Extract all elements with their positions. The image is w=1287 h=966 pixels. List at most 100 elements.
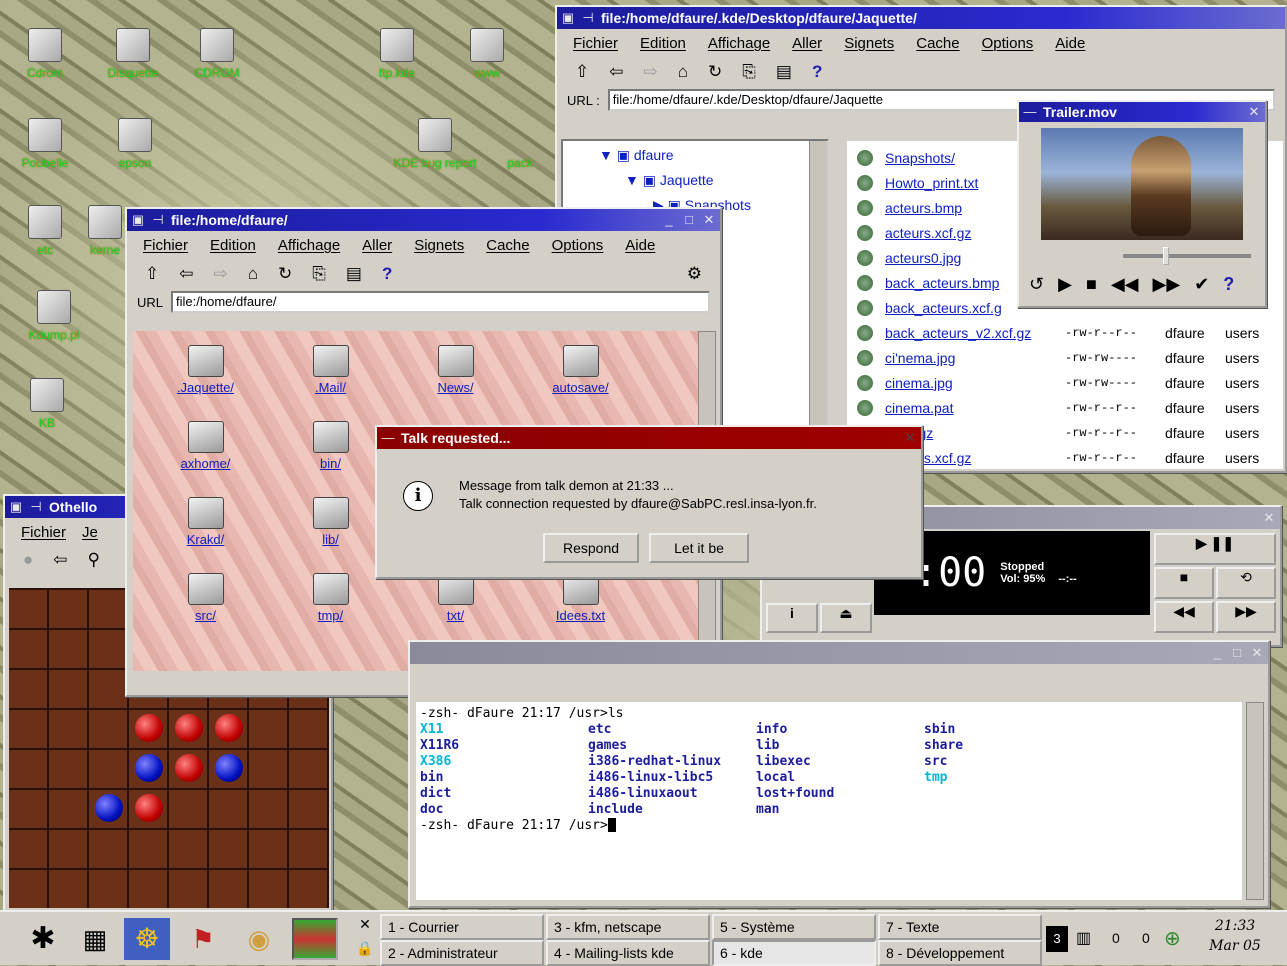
position-slider[interactable] bbox=[1123, 247, 1251, 265]
jaquette-titlebar[interactable]: ▣ ⊣ file:/home/dfaure/.kde/Desktop/dfaur… bbox=[557, 7, 1285, 29]
pin-icon[interactable]: ⊣ bbox=[581, 11, 595, 25]
flags-icon[interactable]: ⚑ bbox=[180, 918, 226, 960]
maximize-icon[interactable]: □ bbox=[682, 213, 696, 227]
folder-item[interactable]: .Mail/ bbox=[268, 345, 393, 395]
window-menu-icon[interactable]: ▣ bbox=[561, 11, 575, 25]
task-administrateur[interactable]: 2 - Administrateur bbox=[380, 940, 544, 966]
stop-button[interactable]: ■ bbox=[1154, 567, 1214, 599]
menu-edition[interactable]: Edition bbox=[210, 237, 256, 254]
task-texte[interactable]: 7 - Texte bbox=[878, 914, 1042, 940]
play-icon[interactable]: ▶ bbox=[1058, 274, 1072, 295]
network-icon[interactable]: ⊕ bbox=[1164, 926, 1181, 951]
menu-aller[interactable]: Aller bbox=[792, 35, 822, 52]
gear-icon[interactable]: ⚙ bbox=[687, 264, 702, 284]
terminal-scrollbar[interactable] bbox=[1246, 702, 1264, 900]
task-kfm-netscape[interactable]: 3 - kfm, netscape bbox=[546, 914, 710, 940]
play-pause-button[interactable]: ▶ ❚❚ bbox=[1154, 533, 1276, 565]
folder-item[interactable]: tmp/ bbox=[268, 573, 393, 623]
pin-icon[interactable]: ⊣ bbox=[151, 213, 165, 227]
menu-fichier[interactable]: Fichier bbox=[21, 524, 66, 541]
back-icon[interactable]: ⇦ bbox=[179, 264, 193, 284]
maximize-icon[interactable]: □ bbox=[1230, 646, 1244, 660]
red-piece[interactable] bbox=[175, 754, 203, 782]
dialog-titlebar[interactable]: — Talk requested... ✕ bbox=[377, 427, 921, 449]
search-icon[interactable]: ⚲ bbox=[88, 550, 100, 570]
desktop-icon-ftp[interactable]: ftp.kde bbox=[362, 28, 432, 80]
help-icon[interactable]: ? bbox=[382, 264, 392, 284]
menu-signets[interactable]: Signets bbox=[844, 35, 894, 52]
red-piece[interactable] bbox=[175, 714, 203, 742]
menu-fichier[interactable]: Fichier bbox=[573, 35, 618, 52]
file-row[interactable]: ci'nema.jpg -rw-rw---- dfaure users bbox=[857, 345, 1283, 370]
file-row[interactable]: back_acteurs_v2.xcf.gz -rw-r--r-- dfaure us… bbox=[857, 320, 1283, 345]
check-icon[interactable]: ✔ bbox=[1194, 274, 1209, 295]
task-developpement[interactable]: 8 - Développement bbox=[878, 940, 1042, 966]
close-icon[interactable]: ✕ bbox=[1250, 646, 1264, 660]
next-button[interactable]: ▶▶ bbox=[1216, 601, 1276, 633]
clock[interactable]: 21:33 Mar 05 bbox=[1196, 916, 1274, 956]
info-button[interactable]: i bbox=[766, 603, 818, 633]
terminal-body[interactable]: -zsh- dFaure 21:17 /usr>ls X11 etc info sbin… bbox=[416, 702, 1242, 900]
eject-button[interactable]: ⏏ bbox=[820, 603, 872, 633]
desktop-icon-epson[interactable]: epson bbox=[100, 118, 170, 170]
reload-icon[interactable]: ↻ bbox=[278, 264, 292, 284]
menu-aller[interactable]: Aller bbox=[362, 237, 392, 254]
desktop-icon-etc[interactable]: etc bbox=[10, 205, 80, 257]
file-row[interactable]: cinema.jpg -rw-rw---- dfaure users bbox=[857, 370, 1283, 395]
folder-item[interactable]: News/ bbox=[393, 345, 518, 395]
menu-options[interactable]: Options bbox=[982, 35, 1034, 52]
paste-icon[interactable]: ▤ bbox=[346, 264, 362, 284]
folder-item[interactable]: autosave/ bbox=[518, 345, 643, 395]
lock-icon[interactable]: 🔒 bbox=[354, 940, 376, 962]
tree-item-dfaure[interactable]: ▼ ▣ dfaure bbox=[599, 147, 674, 164]
desktop-icon-kernel[interactable]: kerne bbox=[80, 205, 130, 257]
desktop-icon-cdrom2[interactable]: CDROM bbox=[182, 28, 252, 80]
desktop-icon-www[interactable]: www bbox=[452, 28, 522, 80]
help-icon[interactable]: ? bbox=[812, 62, 822, 82]
forward-icon[interactable]: ⇨ bbox=[644, 62, 658, 82]
menu-aide[interactable]: Aide bbox=[1055, 35, 1085, 52]
desktop-icon-kdump[interactable]: Kdump.pl bbox=[4, 290, 104, 342]
menu-aide[interactable]: Aide bbox=[625, 237, 655, 254]
apps-icon[interactable]: ▦ bbox=[72, 918, 118, 960]
blue-piece[interactable] bbox=[215, 754, 243, 782]
blue-piece[interactable] bbox=[95, 794, 123, 822]
k-menu-icon[interactable]: ✱ bbox=[20, 918, 66, 960]
pin-icon[interactable]: ⊣ bbox=[29, 500, 43, 514]
desktop-icon-poubelle[interactable]: Poubelle bbox=[10, 118, 80, 170]
folder-item[interactable]: src/ bbox=[143, 573, 268, 623]
tree-scrollbar[interactable] bbox=[809, 141, 827, 467]
task-courrier[interactable]: 1 - Courrier bbox=[380, 914, 544, 940]
copy-icon[interactable]: ⎘ bbox=[742, 62, 756, 82]
tree-item-jaquette[interactable]: ▼ ▣ Jaquette bbox=[625, 172, 714, 189]
task-systeme[interactable]: 5 - Système bbox=[712, 914, 876, 940]
let-it-be-button[interactable]: Let it be bbox=[649, 533, 749, 563]
menu-cache[interactable]: Cache bbox=[916, 35, 959, 52]
fastforward-icon[interactable]: ▶▶ bbox=[1153, 274, 1181, 295]
minimize-icon[interactable]: _ bbox=[1210, 646, 1224, 660]
copy-icon[interactable]: ⎘ bbox=[312, 264, 326, 284]
up-icon[interactable]: ⇧ bbox=[575, 62, 589, 82]
menu-cache[interactable]: Cache bbox=[486, 237, 529, 254]
window-menu-icon[interactable]: ▣ bbox=[9, 500, 23, 514]
wheel-icon[interactable]: ☸ bbox=[124, 918, 170, 960]
window-menu-icon[interactable]: ▣ bbox=[131, 213, 145, 227]
file-name[interactable]: cinema.pat bbox=[885, 400, 1065, 416]
home-icon[interactable]: ⌂ bbox=[678, 62, 688, 82]
file-name[interactable]: back_acteurs_v2.xcf.gz bbox=[885, 325, 1065, 341]
desktop-icon-pack[interactable]: pack bbox=[490, 118, 550, 170]
close-icon[interactable]: ✕ bbox=[702, 213, 716, 227]
shell-icon[interactable]: ◉ bbox=[236, 918, 282, 960]
desktop-icon-kb[interactable]: KB bbox=[12, 378, 82, 430]
folder-item[interactable]: Idees.txt bbox=[518, 573, 643, 623]
folder-item[interactable]: txt/ bbox=[393, 573, 518, 623]
rewind-icon[interactable]: ◀◀ bbox=[1111, 274, 1139, 295]
loop-icon[interactable]: ↺ bbox=[1029, 274, 1044, 295]
folder-item[interactable]: Krakd/ bbox=[143, 497, 268, 547]
loop-button[interactable]: ⟲ bbox=[1216, 567, 1276, 599]
trailer-titlebar[interactable]: — Trailer.mov ✕ bbox=[1019, 102, 1265, 122]
reload-icon[interactable]: ↻ bbox=[708, 62, 722, 82]
menu-signets[interactable]: Signets bbox=[414, 237, 464, 254]
terminal-titlebar[interactable]: _ □ ✕ bbox=[410, 642, 1268, 664]
paste-icon[interactable]: ▤ bbox=[776, 62, 792, 82]
